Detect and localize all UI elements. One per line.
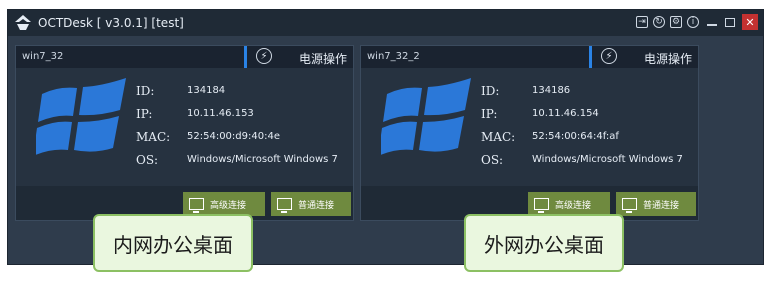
advanced-connect-label: 高级连接 xyxy=(210,200,247,211)
os-value: Windows/Microsoft Windows 7 xyxy=(187,154,338,165)
vm-card-intranet[interactable]: win7_32 ⚡ 电源操作 ID: 134184 IP: 10.11.46.153… xyxy=(15,45,354,221)
normal-connect-label: 普通连接 xyxy=(298,200,335,211)
normal-connect-label: 普通连接 xyxy=(643,200,680,211)
mac-value: 52:54:00:64:4f:af xyxy=(532,131,619,142)
minimize-icon[interactable] xyxy=(704,14,720,30)
refresh-icon[interactable]: ↻ xyxy=(653,16,665,28)
os-value: Windows/Microsoft Windows 7 xyxy=(532,154,683,165)
id-value: 134184 xyxy=(187,85,226,96)
intranet-desktop-callout: 内网办公桌面 xyxy=(93,214,253,272)
monitor-icon xyxy=(189,198,204,213)
ip-value: 10.11.46.154 xyxy=(532,108,599,119)
power-icon[interactable]: ⚡ xyxy=(601,48,617,64)
card-header: win7_32_2 ⚡ 电源操作 xyxy=(361,46,698,68)
normal-connect-button[interactable]: 普通连接 xyxy=(616,192,696,216)
header-divider xyxy=(244,46,247,68)
power-operation-button[interactable]: 电源操作 xyxy=(299,50,347,67)
windows-logo-icon xyxy=(36,78,126,155)
os-label: OS: xyxy=(481,153,504,167)
mac-label: MAC: xyxy=(481,130,516,144)
advanced-connect-button[interactable]: 高级连接 xyxy=(528,192,610,216)
card-header: win7_32 ⚡ 电源操作 xyxy=(16,46,353,68)
maximize-icon[interactable] xyxy=(722,14,738,30)
advanced-connect-button[interactable]: 高级连接 xyxy=(183,192,265,216)
extranet-desktop-callout: 外网办公桌面 xyxy=(464,214,624,272)
info-icon[interactable]: i xyxy=(687,16,699,28)
ip-value: 10.11.46.153 xyxy=(187,108,254,119)
app-title: OCTDesk [ v3.0.1] [test] xyxy=(38,16,184,30)
monitor-icon xyxy=(277,198,292,213)
ip-label: IP: xyxy=(481,107,498,121)
id-label: ID: xyxy=(481,84,500,98)
vm-hostname: win7_32_2 xyxy=(367,51,420,62)
title-bar: OCTDesk [ v3.0.1] [test] ⇥ ↻ ⚙ i ✕ xyxy=(8,10,763,36)
normal-connect-button[interactable]: 普通连接 xyxy=(271,192,351,216)
ip-label: IP: xyxy=(136,107,153,121)
monitor-icon xyxy=(622,198,637,213)
mac-value: 52:54:00:d9:40:4e xyxy=(187,131,280,142)
login-icon[interactable]: ⇥ xyxy=(636,16,648,28)
id-label: ID: xyxy=(136,84,155,98)
app-logo-icon xyxy=(15,15,31,30)
vm-card-extranet[interactable]: win7_32_2 ⚡ 电源操作 ID: 134186 IP: 10.11.46.1… xyxy=(360,45,699,221)
windows-logo-icon xyxy=(381,78,471,155)
id-value: 134186 xyxy=(532,85,571,96)
monitor-icon xyxy=(534,198,549,213)
mac-label: MAC: xyxy=(136,130,171,144)
advanced-connect-label: 高级连接 xyxy=(555,200,592,211)
settings-icon[interactable]: ⚙ xyxy=(670,16,682,28)
os-label: OS: xyxy=(136,153,159,167)
power-icon[interactable]: ⚡ xyxy=(256,48,272,64)
power-operation-button[interactable]: 电源操作 xyxy=(644,50,692,67)
header-divider xyxy=(589,46,592,68)
close-icon[interactable]: ✕ xyxy=(742,14,758,30)
vm-hostname: win7_32 xyxy=(22,51,64,62)
